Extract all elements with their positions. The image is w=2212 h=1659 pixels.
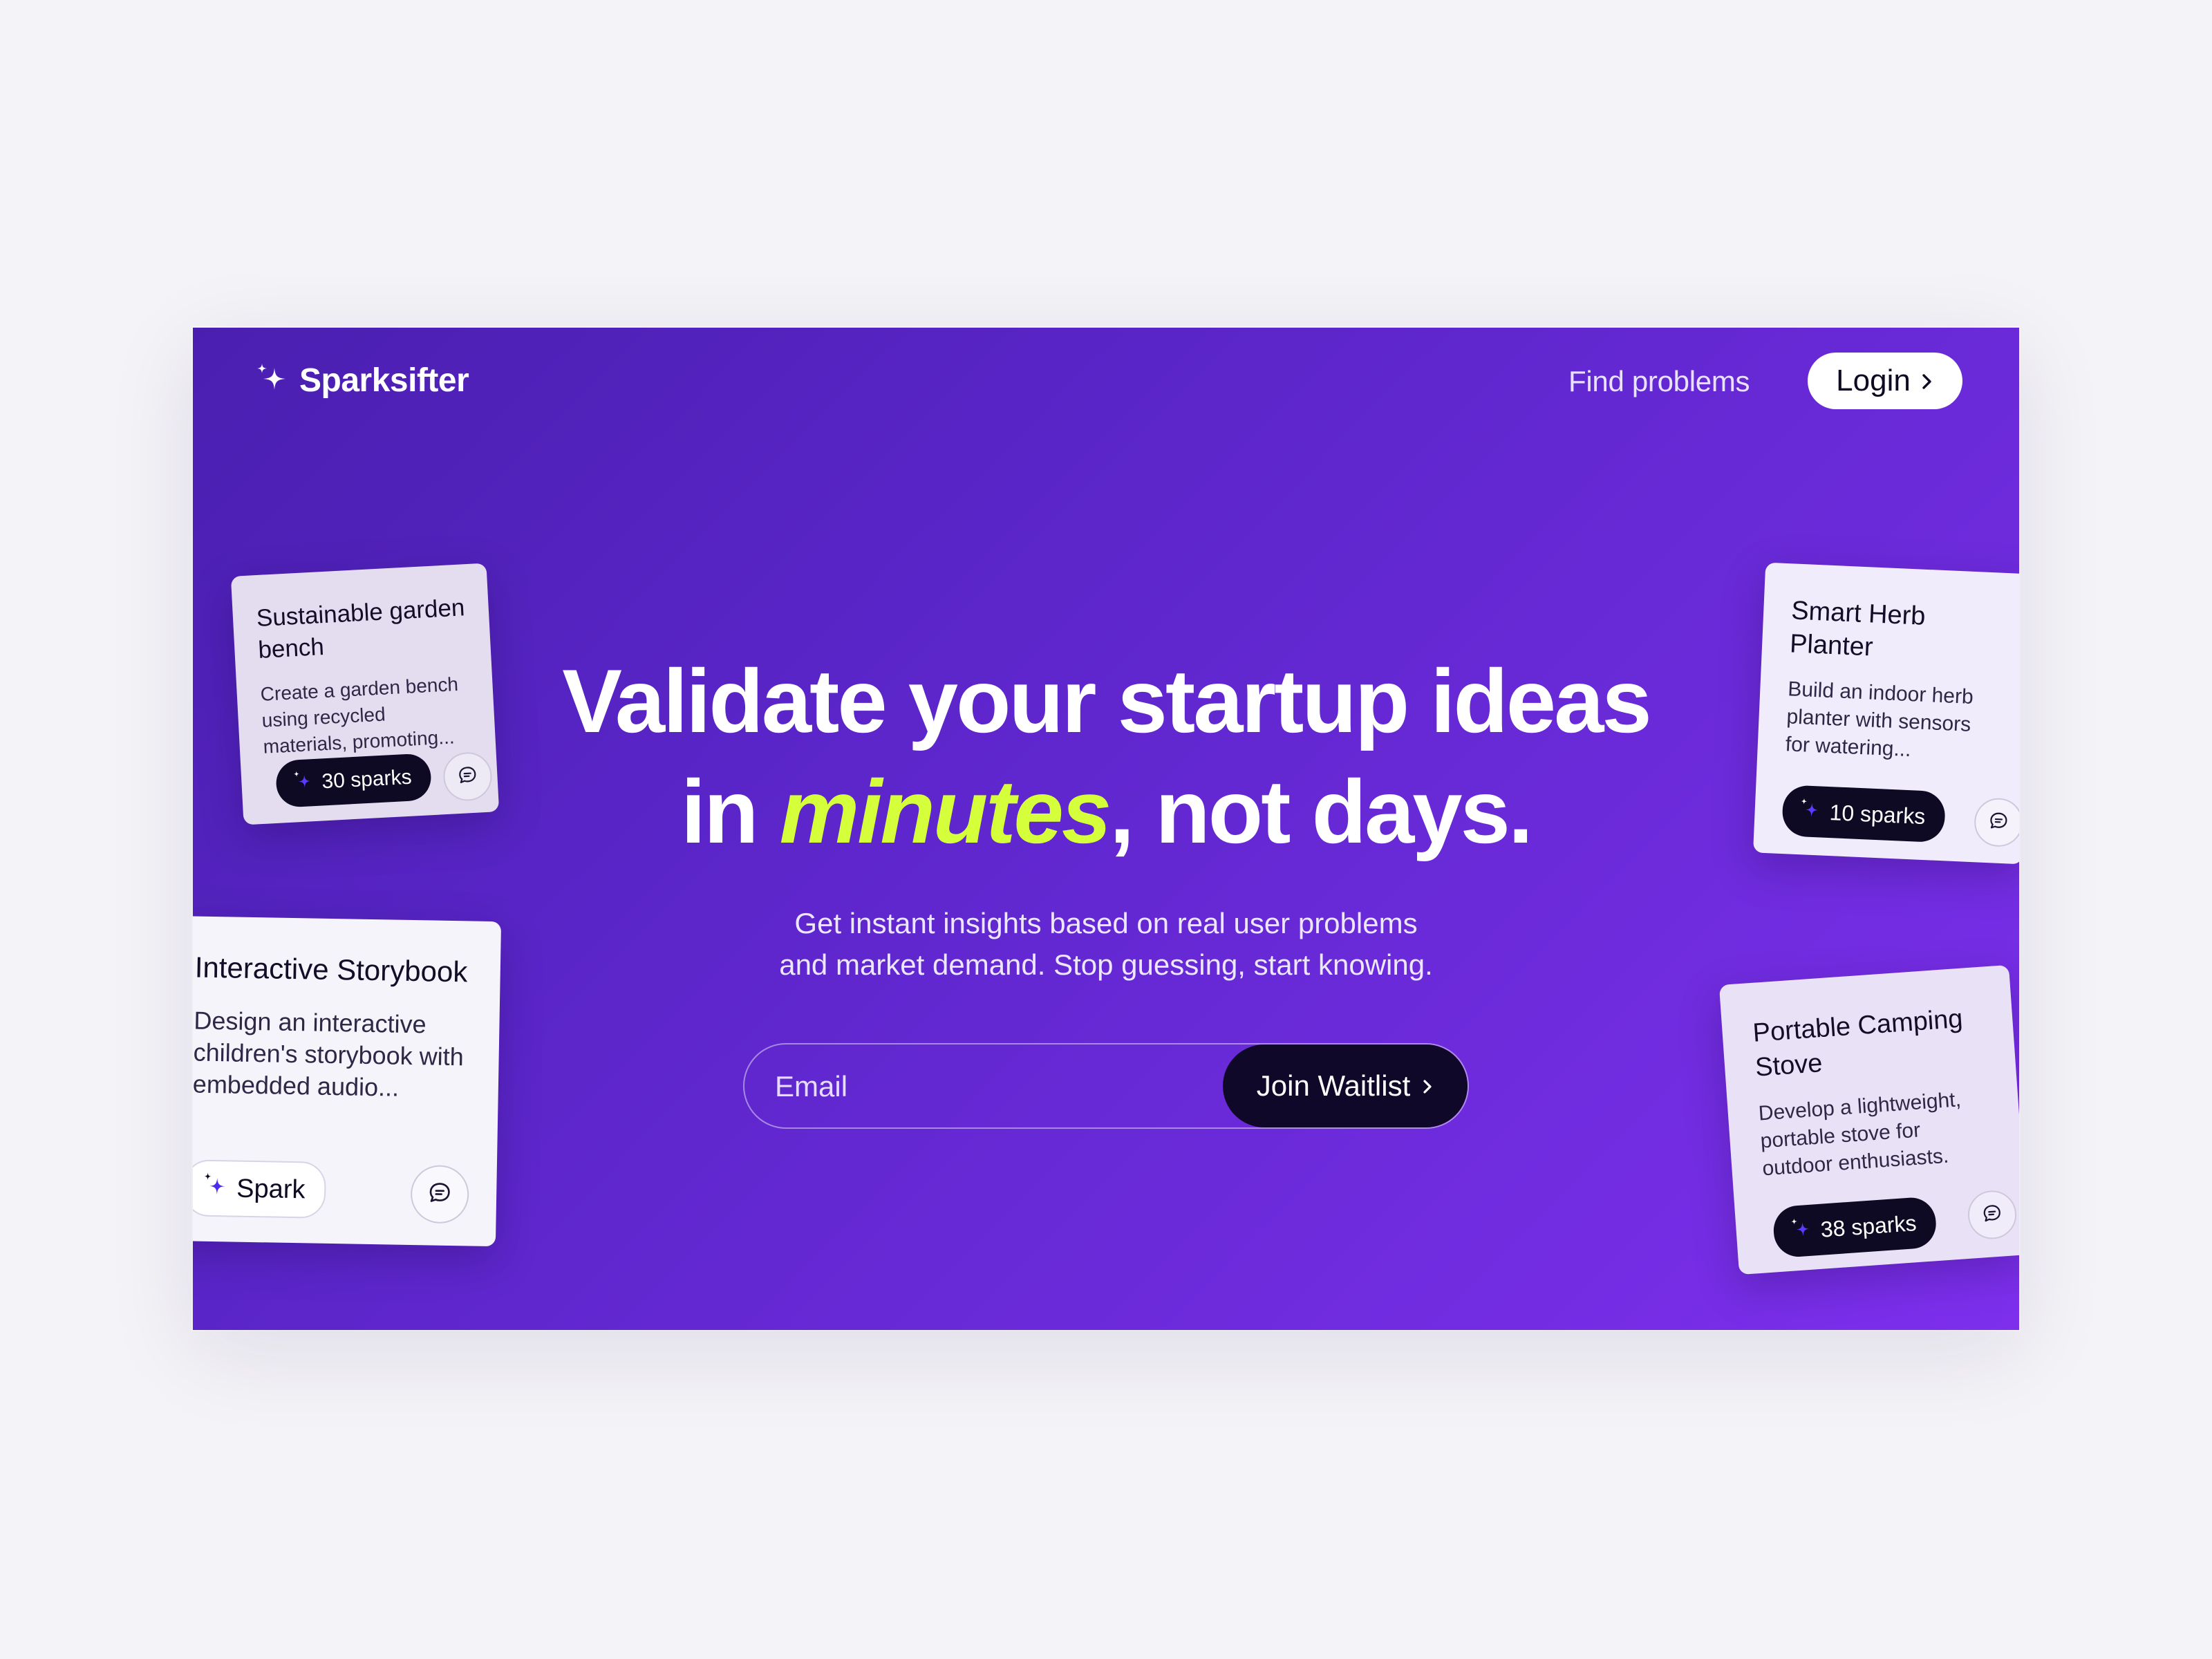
card-description: Create a garden bench using recycled mat… (260, 673, 459, 758)
sparks-count: 10 sparks (1828, 799, 1927, 829)
card-description: Develop a lightweight, portable stove fo… (1757, 1088, 1962, 1181)
spark-button[interactable]: Spark (193, 1159, 327, 1219)
card-title: Portable Camping Stove (1752, 1004, 1964, 1082)
chevron-right-icon (1920, 364, 1934, 398)
card-description: Design an interactive children's storybo… (193, 1006, 465, 1102)
join-waitlist-button[interactable]: Join Waitlist (1223, 1044, 1468, 1127)
sparks-button[interactable]: 38 sparks (1772, 1196, 1938, 1259)
headline-line-2-pre: in (681, 761, 780, 862)
comment-button[interactable] (1973, 797, 2019, 848)
sparks-button[interactable]: 10 sparks (1781, 785, 1946, 843)
sparks-count: 38 sparks (1819, 1210, 1918, 1242)
idea-card[interactable]: Sustainable garden bench Create a garden… (230, 563, 500, 825)
sparks-count: 30 sparks (321, 765, 413, 794)
subtext-line-1: Get instant insights based on real user … (794, 907, 1418, 939)
login-label: Login (1836, 364, 1911, 397)
comment-icon (1988, 810, 2009, 835)
sparkle-icon (291, 769, 315, 798)
headline-line-1: Validate your startup ideas (562, 650, 1651, 751)
card-description: Build an indoor herb planter with sensor… (1785, 677, 1974, 762)
brand-name: Sparksifter (299, 362, 469, 399)
card-title: Interactive Storybook (194, 950, 468, 988)
join-waitlist-label: Join Waitlist (1256, 1069, 1411, 1102)
find-problems-link[interactable]: Find problems (1568, 365, 1750, 398)
sparks-button[interactable]: 30 sparks (274, 753, 433, 808)
comment-button[interactable] (410, 1165, 469, 1224)
headline-accent: minutes (779, 761, 1112, 862)
subtext-line-2: and market demand. Stop guessing, start … (779, 948, 1433, 981)
email-input[interactable] (774, 1044, 1191, 1129)
sparkle-icon (1788, 1216, 1814, 1246)
comment-button[interactable] (1966, 1189, 2018, 1241)
comment-button[interactable] (442, 751, 494, 803)
comment-icon (1981, 1202, 2003, 1228)
headline-line-2-post: , not days. (1109, 761, 1533, 862)
login-button[interactable]: Login (1808, 353, 1962, 409)
comment-icon (457, 764, 479, 789)
comment-icon (427, 1180, 453, 1209)
waitlist-form: Join Waitlist (743, 1043, 1469, 1129)
idea-card[interactable]: Interactive Storybook Design an interact… (193, 915, 502, 1247)
sparkle-icon (1797, 796, 1822, 826)
card-title: Smart Herb Planter (1789, 596, 1927, 662)
logo[interactable]: Sparksifter (254, 361, 469, 400)
idea-card[interactable]: Portable Camping Stove Develop a lightwe… (1718, 964, 2019, 1275)
spark-label: Spark (236, 1174, 306, 1204)
sparkle-icon (200, 1171, 229, 1206)
sparkle-icon (254, 361, 290, 400)
chevron-right-icon (1421, 1069, 1434, 1103)
idea-card[interactable]: Smart Herb Planter Build an indoor herb … (1753, 562, 2019, 865)
card-title: Sustainable garden bench (256, 594, 466, 664)
landing-page-frame: Sparksifter Find problems Login Validate… (193, 328, 2019, 1330)
